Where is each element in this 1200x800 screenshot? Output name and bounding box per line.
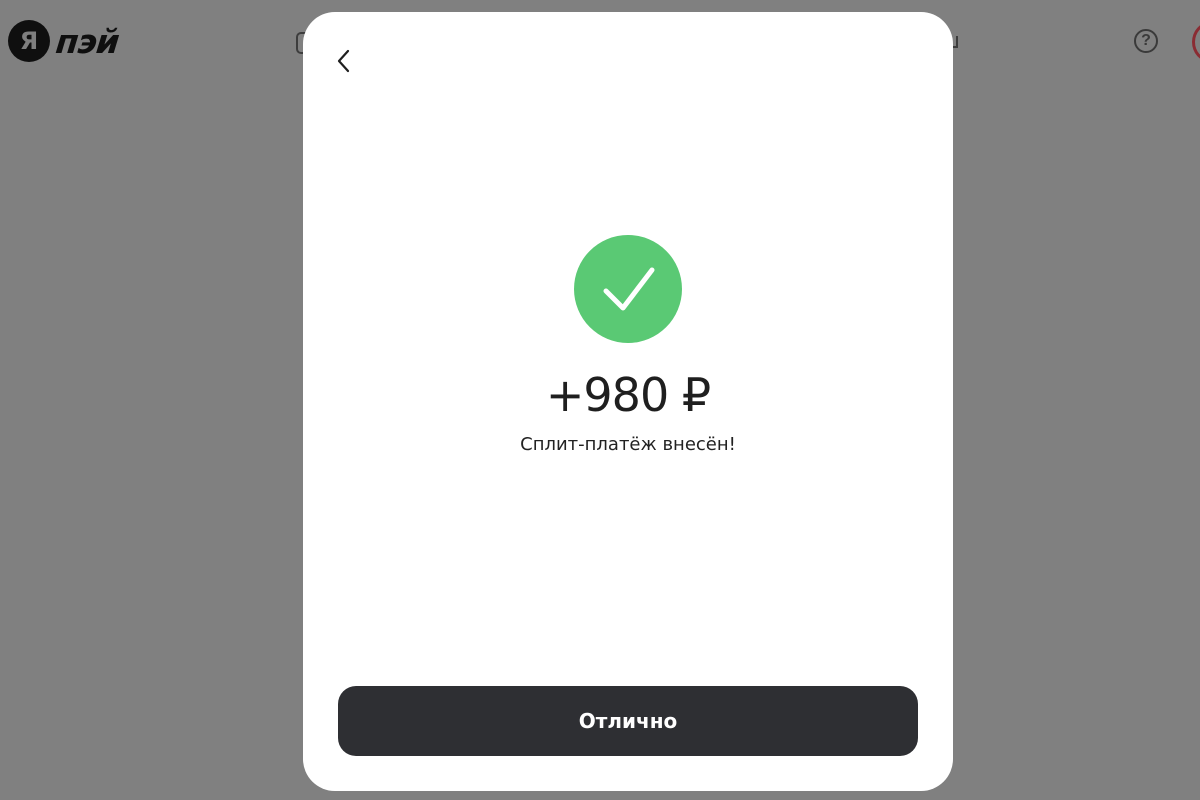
success-dialog: +980 ₽ Сплит-платёж внесён! Отлично — [303, 12, 953, 791]
back-button[interactable] — [329, 46, 359, 76]
success-message: Сплит-платёж внесён! — [520, 434, 736, 455]
avatar[interactable] — [1192, 22, 1200, 62]
payment-amount: +980 ₽ — [545, 368, 711, 422]
check-circle-icon — [574, 235, 682, 343]
help-icon[interactable]: ? — [1134, 29, 1158, 53]
confirm-button[interactable]: Отлично — [338, 686, 918, 756]
logo-badge: Я — [8, 20, 50, 62]
yandex-pay-logo[interactable]: Я пэй — [8, 20, 121, 62]
chevron-left-icon — [337, 49, 350, 73]
logo-text: пэй — [53, 21, 121, 61]
check-icon — [603, 267, 655, 311]
